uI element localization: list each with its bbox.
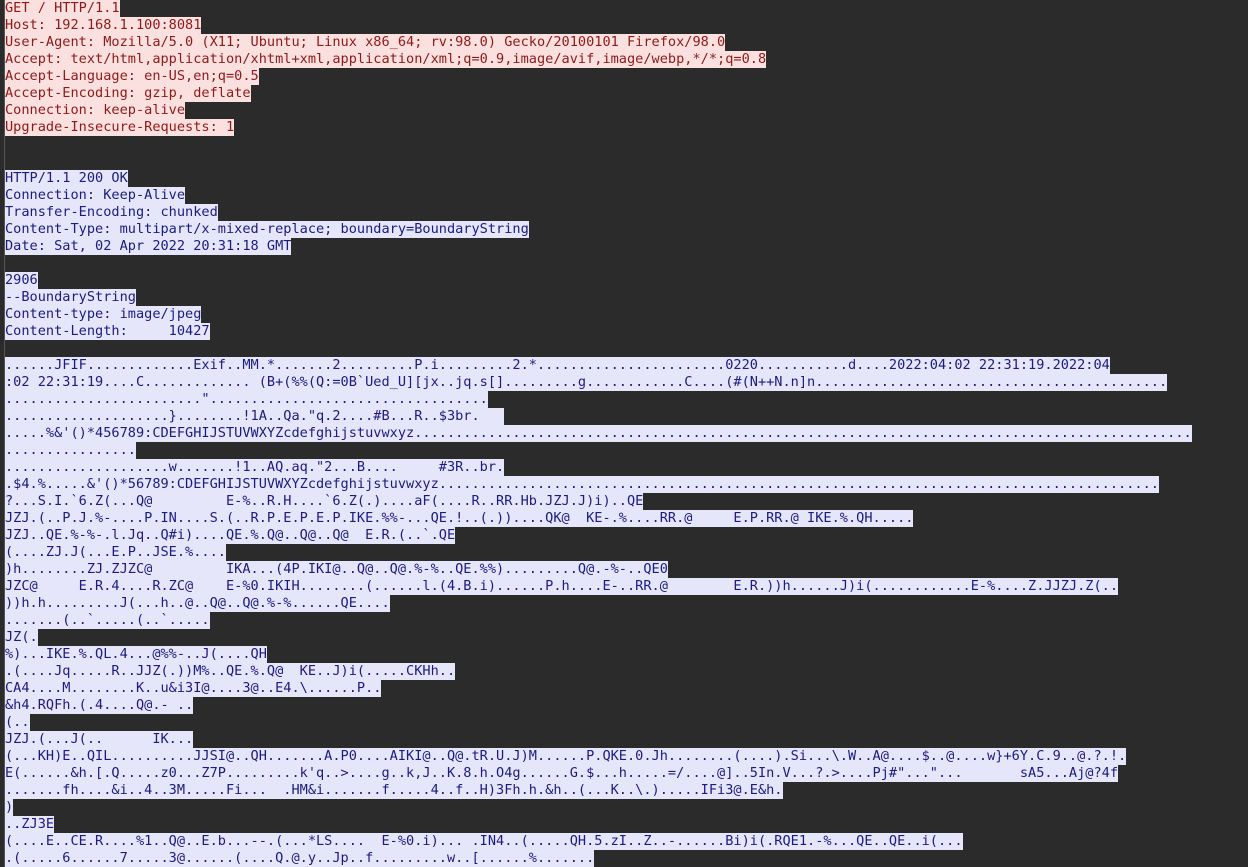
payload-text: .(....Jq.....R..JJZ(.))M%..QE.%.Q@ KE..J… <box>5 663 456 680</box>
payload-line: (....ZJ.J(...E.P..JSE.%.... <box>5 544 1248 561</box>
chunk-header-line: Content-type: image/jpeg <box>5 306 1248 323</box>
payload-text: JZJ.(..P.J.%-....P.IN....S.(..R.P.E.P.E.… <box>5 510 914 527</box>
request-header-text: Accept-Language: en-US,en;q=0.5 <box>5 68 259 85</box>
response-header-line: Date: Sat, 02 Apr 2022 20:31:18 GMT <box>5 238 1248 255</box>
request-header-text: Connection: keep-alive <box>5 102 186 119</box>
payload-line: (.. <box>5 714 1248 731</box>
payload-line: %)...IKE.%.QL.4...@%%-..J(....QH <box>5 646 1248 663</box>
payload-text: ..ZJ3E <box>5 816 55 833</box>
request-header-text: Host: 192.168.1.100:8081 <box>5 17 202 34</box>
payload-line: :02 22:31:19....C............. (B+(%%(Q:… <box>5 374 1248 391</box>
chunk-header-line: --BoundaryString <box>5 289 1248 306</box>
payload-line: JZ(. <box>5 629 1248 646</box>
payload-line: )h........ZJ.ZJZC@ IKA...(4P.IKI@..Q@..Q… <box>5 561 1248 578</box>
payload-text: E(......&h.[.Q.....z0...Z7P.........k'q.… <box>5 765 1119 782</box>
payload-line: ........................"...............… <box>5 391 1248 408</box>
payload-line: JZJ..QE.%-%-.l.Jq..Q#i)....QE.%.Q@..Q@..… <box>5 527 1248 544</box>
payload-text: ........................"...............… <box>5 391 488 408</box>
payload-line: E(......&h.[.Q.....z0...Z7P.........k'q.… <box>5 765 1248 782</box>
request-header-line: Upgrade-Insecure-Requests: 1 <box>5 119 1248 136</box>
response-header-text: Transfer-Encoding: chunked <box>5 204 218 221</box>
response-header-line: Content-Type: multipart/x-mixed-replace;… <box>5 221 1248 238</box>
response-header-text: Date: Sat, 02 Apr 2022 20:31:18 GMT <box>5 238 292 255</box>
payload-line: ................ <box>5 442 1248 459</box>
payload-text: (.. <box>5 714 30 731</box>
payload-text: (....E..CE.R....%1..Q@..E.b...--.(...*LS… <box>5 833 963 850</box>
payload-line: ?...S.I.`6.Z(...Q@ E-%..R.H....`6.Z(.)..… <box>5 493 1248 510</box>
chunk-header-text: Content-type: image/jpeg <box>5 306 202 323</box>
request-header-line: GET / HTTP/1.1 <box>5 0 1248 17</box>
payload-line: ......JFIF.............Exif..MM.*.......… <box>5 357 1248 374</box>
request-header-text: Accept-Encoding: gzip, deflate <box>5 85 251 102</box>
chunk-header-line: 2906 <box>5 272 1248 289</box>
chunk-header-line: Content-Length: 10427 <box>5 323 1248 340</box>
payload-text: JZ(. <box>5 629 38 646</box>
response-header-line: Transfer-Encoding: chunked <box>5 204 1248 221</box>
payload-line: ....................}........!1A..Qa."q.… <box>5 408 1248 425</box>
payload-line: .......fh....&i..4..3M.....Fi... .HM&i..… <box>5 782 1248 799</box>
response-header-line: HTTP/1.1 200 OK <box>5 170 1248 187</box>
chunk-header-text: Content-Length: 10427 <box>5 323 210 340</box>
payload-text: .$4.%.....&'()*56789:CDEFGHIJSTUVWXYZcde… <box>5 476 1159 493</box>
payload-text: .....%&'()*456789:CDEFGHIJSTUVWXYZcdefgh… <box>5 425 1192 442</box>
payload-text: ....................}........!1A..Qa."q.… <box>5 408 505 425</box>
payload-text: ................ <box>5 442 136 459</box>
chunk-header-text: 2906 <box>5 272 38 289</box>
payload-line: .(....Jq.....R..JJZ(.))M%..QE.%.Q@ KE..J… <box>5 663 1248 680</box>
request-header-line: Host: 192.168.1.100:8081 <box>5 17 1248 34</box>
payload-line: ..ZJ3E <box>5 816 1248 833</box>
payload-text: ....................w.......!1..AQ.aq."2… <box>5 459 505 476</box>
request-header-text: Upgrade-Insecure-Requests: 1 <box>5 119 235 136</box>
payload-line: .....%&'()*456789:CDEFGHIJSTUVWXYZcdefgh… <box>5 425 1248 442</box>
payload-text: :02 22:31:19....C............. (B+(%%(Q:… <box>5 374 1168 391</box>
payload-text: (...KH)E..QIL..........JJSI@..QH.......A… <box>5 748 1127 765</box>
payload-text: CA4....M........K..u&i3I@....3@..E4.\...… <box>5 680 382 697</box>
payload-line: CA4....M........K..u&i3I@....3@..E4.\...… <box>5 680 1248 697</box>
payload-line: .......(..`.....(..`..... <box>5 612 1248 629</box>
payload-text: ))h.h.........J(...h..@..Q@..Q@.%-%.....… <box>5 595 390 612</box>
payload-text: .......fh....&i..4..3M.....Fi... .HM&i..… <box>5 782 783 799</box>
payload-line: JZC@ E.R.4....R.ZC@ E-%0.IKIH........(..… <box>5 578 1248 595</box>
request-header-line: Accept-Encoding: gzip, deflate <box>5 85 1248 102</box>
payload-line: (....E..CE.R....%1..Q@..E.b...--.(...*LS… <box>5 833 1248 850</box>
payload-text: JZC@ E.R.4....R.ZC@ E-%0.IKIH........(..… <box>5 578 1119 595</box>
payload-text: ) <box>5 799 14 816</box>
request-header-text: User-Agent: Mozilla/5.0 (X11; Ubuntu; Li… <box>5 34 726 51</box>
payload-text: ......JFIF.............Exif..MM.*.......… <box>5 357 1110 374</box>
request-header-line: Accept-Language: en-US,en;q=0.5 <box>5 68 1248 85</box>
payload-line: JZJ.(...J(.. IK... <box>5 731 1248 748</box>
payload-line: (...KH)E..QIL..........JJSI@..QH.......A… <box>5 748 1248 765</box>
payload-text: %)...IKE.%.QL.4...@%%-..J(....QH <box>5 646 267 663</box>
chunk-header-text: --BoundaryString <box>5 289 136 306</box>
payload-line: ) <box>5 799 1248 816</box>
payload-text: .......(..`.....(..`..... <box>5 612 210 629</box>
payload-line: &h4.RQFh.(.4....Q@.- .. <box>5 697 1248 714</box>
payload-line: ))h.h.........J(...h..@..Q@..Q@.%-%.....… <box>5 595 1248 612</box>
response-header-text: HTTP/1.1 200 OK <box>5 170 128 187</box>
response-header-text: Connection: Keep-Alive <box>5 187 186 204</box>
response-header-text: Content-Type: multipart/x-mixed-replace;… <box>5 221 529 238</box>
payload-line: JZJ.(..P.J.%-....P.IN....S.(..R.P.E.P.E.… <box>5 510 1248 527</box>
payload-text: ?...S.I.`6.Z(...Q@ E-%..R.H....`6.Z(.)..… <box>5 493 644 510</box>
payload-text: JZJ..QE.%-%-.l.Jq..Q#i)....QE.%.Q@..Q@..… <box>5 527 456 544</box>
request-header-line: Connection: keep-alive <box>5 102 1248 119</box>
http-stream-view[interactable]: GET / HTTP/1.1 Host: 192.168.1.100:8081 Us… <box>4 0 1248 867</box>
payload-text: &h4.RQFh.(.4....Q@.- .. <box>5 697 194 714</box>
payload-line: .(.....6......7.....3@......(....Q.@.y..… <box>5 850 1248 867</box>
request-header-text: Accept: text/html,application/xhtml+xml,… <box>5 51 767 68</box>
payload-text: (....ZJ.J(...E.P..JSE.%.... <box>5 544 226 561</box>
payload-text: JZJ.(...J(.. IK... <box>5 731 194 748</box>
request-header-line: Accept: text/html,application/xhtml+xml,… <box>5 51 1248 68</box>
payload-text: )h........ZJ.ZJZC@ IKA...(4P.IKI@..Q@..Q… <box>5 561 668 578</box>
request-header-line: User-Agent: Mozilla/5.0 (X11; Ubuntu; Li… <box>5 34 1248 51</box>
response-header-line: Connection: Keep-Alive <box>5 187 1248 204</box>
payload-line: ....................w.......!1..AQ.aq."2… <box>5 459 1248 476</box>
payload-text: .(.....6......7.....3@......(....Q.@.y..… <box>5 850 595 867</box>
request-header-text: GET / HTTP/1.1 <box>5 0 120 17</box>
payload-line: .$4.%.....&'()*56789:CDEFGHIJSTUVWXYZcde… <box>5 476 1248 493</box>
